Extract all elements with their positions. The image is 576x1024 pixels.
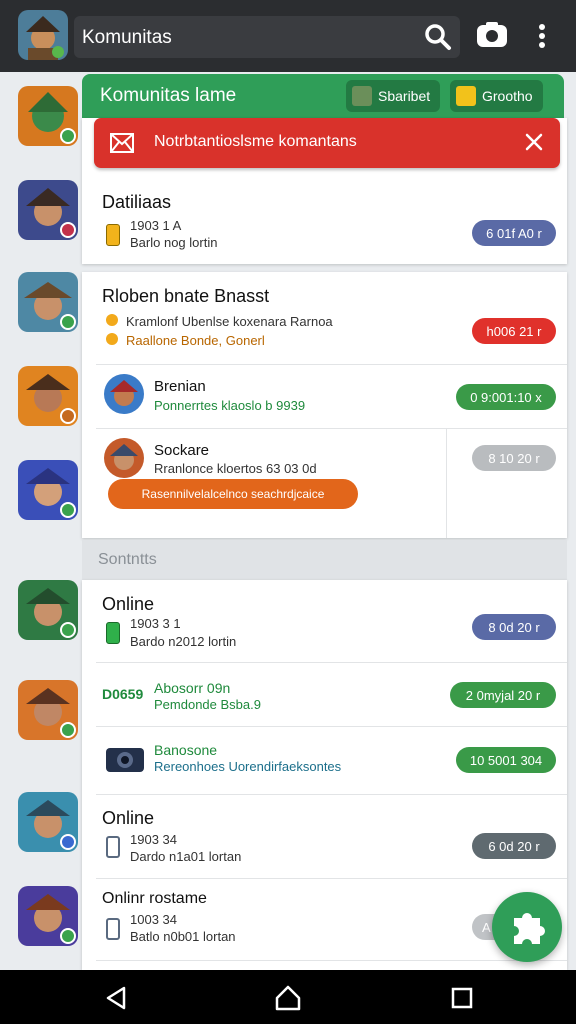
card-line-2: Barlo nog lortin (130, 235, 218, 250)
card-broadcast: Rloben bnate Bnasst Kramlonf Ubenlse kox… (82, 272, 567, 538)
panel-header: Komunitas lame Sbaribet Grootho (82, 74, 564, 118)
camera-device-icon (104, 744, 146, 774)
phone-icon (106, 836, 120, 858)
action-button[interactable]: Rasennilvelalcelnco seachrdjcaice (108, 479, 358, 509)
search-bar[interactable]: Komunitas (74, 16, 460, 58)
list-item-title: Onlinr rostame (102, 890, 207, 907)
item-name: Sockare (154, 442, 210, 459)
status-pill[interactable]: 10 5001 304 (456, 747, 556, 773)
rail-avatar[interactable] (18, 366, 78, 426)
rail-avatar[interactable] (18, 792, 78, 852)
panel-title: Komunitas lame (100, 85, 237, 106)
rail-avatar[interactable] (18, 86, 78, 146)
home-icon[interactable] (274, 984, 302, 1012)
list-item-line-1: Pemdonde Bsba.9 (154, 697, 261, 712)
list-item-title: Online (102, 594, 155, 614)
status-pill[interactable]: 6 0d 20 r (472, 833, 556, 859)
battery-icon (106, 224, 120, 246)
divider (96, 878, 567, 879)
list-item-badge: D0659 (102, 686, 144, 702)
card-title: Rloben bnate Bnasst (102, 286, 270, 306)
calendar-icon (456, 86, 476, 106)
recents-icon[interactable] (448, 984, 476, 1012)
warning-icon (106, 333, 118, 345)
list-item-line-1: 1903 3 1 (130, 616, 181, 631)
divider (446, 428, 447, 538)
rail-avatar[interactable] (18, 272, 78, 332)
close-icon[interactable] (524, 132, 544, 152)
notification-alert: Notrbtantioslsme komantans (94, 118, 560, 168)
list-item-line-2: Dardo n1a01 lortan (130, 849, 242, 864)
card-line-1: 1903 1 A (130, 218, 182, 233)
rail-avatar[interactable] (18, 460, 78, 520)
phone-icon (106, 918, 120, 940)
list-item-title: Abosorr 09n (154, 680, 231, 696)
list-item-line-1: 1003 34 (130, 912, 177, 927)
divider (96, 364, 567, 365)
status-pill[interactable]: 0 9:001:10 x (456, 384, 556, 410)
header-button-a[interactable]: Sbaribet (346, 80, 441, 112)
header-button-b-label: Grootho (482, 88, 533, 104)
section-label: Sontntts (98, 551, 157, 568)
fab-button[interactable] (492, 892, 562, 962)
status-pill[interactable]: h006 21 r (472, 318, 556, 344)
more-vert-icon[interactable] (532, 22, 552, 50)
app-title: Komunitas (82, 27, 172, 48)
rail-avatar[interactable] (18, 886, 78, 946)
list-item-title: Online (102, 808, 155, 828)
app-bar: Komunitas (0, 0, 576, 72)
alert-text: Notrbtantioslsme komantans (154, 133, 357, 150)
list-item-line-1: 1903 34 (130, 832, 177, 847)
item-sub: Ponnerrtes klaoslo b 9939 (154, 398, 306, 413)
search-icon[interactable] (424, 23, 452, 51)
header-button-b[interactable]: Grootho (450, 80, 543, 112)
avatar-icon (352, 86, 372, 106)
item-sub: Rranlonce kloertos 63 03 0d (154, 461, 317, 476)
battery-icon (106, 622, 120, 644)
list-item-title: Banosone (154, 742, 218, 758)
avatar (104, 374, 144, 414)
card-line-1: Kramlonf Ubenlse koxenara Rarnoa (126, 314, 333, 329)
status-pill[interactable]: 6 01f A0 r (472, 220, 556, 246)
warning-icon (106, 314, 118, 326)
list-item-line-2: Batlo n0b01 lortan (130, 929, 236, 944)
camera-icon[interactable] (476, 21, 508, 49)
back-icon[interactable] (102, 984, 130, 1012)
rail-avatar[interactable] (18, 580, 78, 640)
app-avatar-icon[interactable] (18, 10, 68, 60)
list-item-line-2: Bardo n2012 lortin (130, 634, 237, 649)
card-line-2: Raallone Bonde, Gonerl (126, 333, 265, 348)
rail-avatar[interactable] (18, 680, 78, 740)
card-title: Datiliaas (102, 192, 172, 212)
avatar (104, 438, 144, 478)
status-pill[interactable]: 8 10 20 r (472, 445, 556, 471)
divider (96, 794, 567, 795)
list-item-line-1: Rereonhoes Uorendirfaeksontes (154, 759, 342, 774)
divider (96, 662, 567, 663)
puzzle-icon (514, 913, 545, 944)
divider (96, 428, 567, 429)
header-button-a-label: Sbaribet (378, 88, 431, 104)
status-pill[interactable]: 8 0d 20 r (472, 614, 556, 640)
item-name: Brenian (154, 378, 206, 395)
status-pill[interactable]: 2 0myjal 20 r (450, 682, 556, 708)
mail-icon (110, 133, 134, 153)
system-nav-bar (0, 970, 576, 1024)
rail-avatar[interactable] (18, 180, 78, 240)
divider (96, 726, 567, 727)
